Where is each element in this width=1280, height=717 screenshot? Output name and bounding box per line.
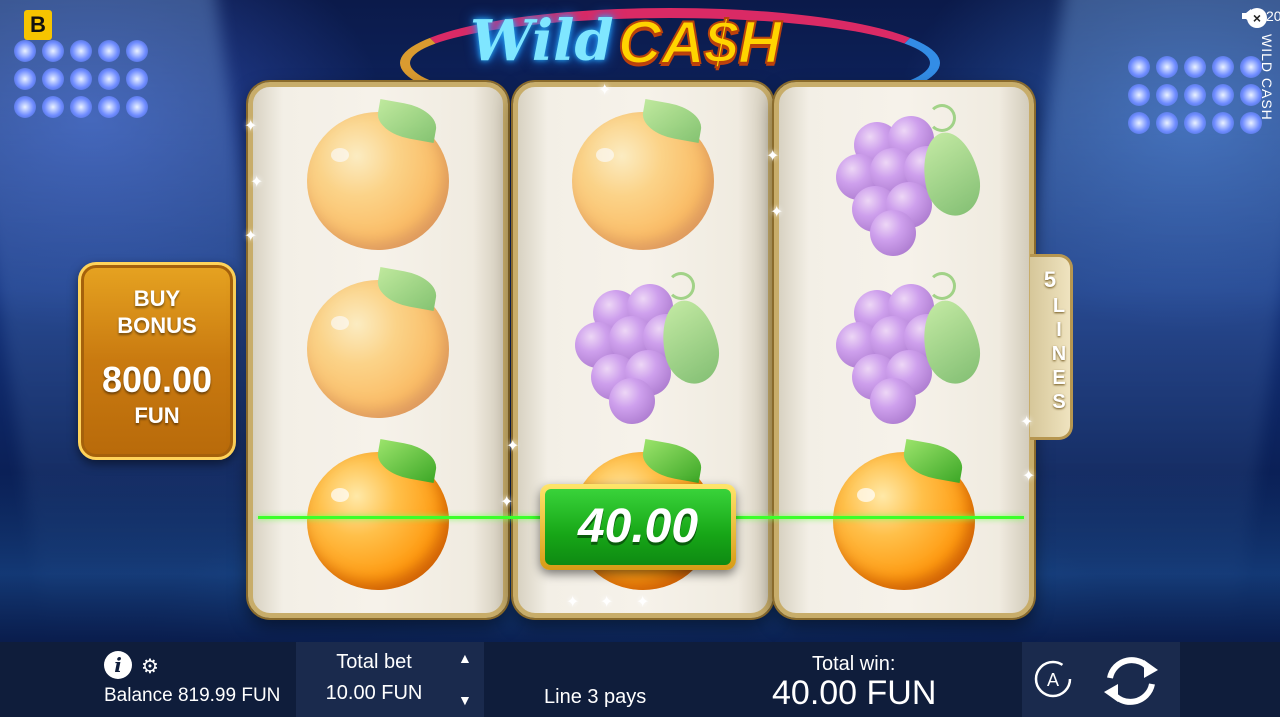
reel-cell (253, 261, 503, 429)
total-win-label: Total win: (812, 653, 896, 675)
sparkle: ✦ (598, 82, 612, 99)
close-icon[interactable]: × (1247, 8, 1267, 28)
buy-bonus-currency: FUN (134, 403, 180, 428)
clock: 20:07 (1266, 8, 1280, 24)
sparkle: ✦ (766, 148, 780, 165)
spotlight-left (14, 40, 148, 118)
spin-icon[interactable] (1098, 648, 1164, 714)
buy-bonus-line2: BONUS (117, 313, 197, 338)
sparkle: ✦ (500, 494, 514, 511)
logo-word-wild: Wild (470, 8, 614, 74)
sparkle: ✦ (244, 228, 258, 245)
buy-bonus-price: 800.00 (101, 359, 213, 400)
lines-word: LINES (1048, 295, 1070, 415)
reel-cell (779, 261, 1029, 429)
total-bet-label: Total bet (336, 651, 412, 673)
svg-text:A: A (1047, 670, 1059, 690)
grapes-symbol (824, 270, 987, 424)
buy-bonus-line1: BUY (133, 286, 181, 311)
buy-bonus-button[interactable]: BUY BONUS 800.00 FUN (78, 262, 236, 460)
reel-cell (779, 93, 1029, 261)
sparkle: ✦ (600, 594, 614, 611)
sparkle: ✦ (1020, 414, 1034, 431)
reel-cell (518, 261, 768, 429)
sparkle: ✦ (244, 118, 258, 135)
triangle-up-icon[interactable]: ▲ (458, 650, 472, 666)
orange-symbol (305, 267, 451, 418)
reel-cell (518, 93, 768, 261)
orange-symbol (570, 99, 716, 250)
sparkle: ✦ (1022, 468, 1036, 485)
reel-cell (253, 93, 503, 261)
bet-panel: Total bet 10.00 FUN ▲ ▼ (296, 642, 484, 717)
bottom-bar: i ⚙ Balance 819.99 FUN Total bet 10.00 F… (0, 642, 1280, 717)
sparkle: ✦ (566, 594, 580, 611)
reel-3 (774, 82, 1034, 618)
spin-controls: A (1022, 642, 1180, 717)
autoplay-icon[interactable]: A (1033, 659, 1073, 699)
lines-tab: 5 LINES (1030, 254, 1073, 440)
total-bet-value: 10.00 FUN (325, 682, 423, 704)
buy-bonus-title: BUY BONUS (81, 285, 233, 339)
grapes-symbol (563, 270, 726, 424)
gear-icon[interactable]: ⚙ (141, 654, 159, 679)
triangle-down-icon[interactable]: ▼ (458, 692, 472, 708)
balance-label: Balance 819.99 FUN (104, 685, 281, 706)
reel-1 (248, 82, 508, 618)
sparkle: ✦ (250, 174, 264, 191)
grapes-symbol (824, 102, 987, 256)
orange-symbol (305, 99, 451, 250)
game-stage: B Wild CA$H 20:07 × WILD CASH BUY BONUS … (0, 0, 1280, 642)
b-logo-icon: B (24, 10, 52, 40)
sparkle: ✦ (636, 594, 650, 611)
game-name-label: WILD CASH (1259, 34, 1275, 121)
win-amount: 40.00 (545, 489, 731, 565)
win-amount-box: 40.00 (540, 484, 736, 570)
sparkle: ✦ (506, 438, 520, 455)
total-win-value: 40.00 FUN (772, 674, 937, 712)
sparkle: ✦ (770, 204, 784, 221)
lines-count: 5 (1043, 267, 1057, 292)
logo-word-cash: CA$H (617, 8, 782, 77)
info-icon[interactable]: i (104, 651, 132, 679)
line-pays-label: Line 3 pays (544, 686, 647, 708)
